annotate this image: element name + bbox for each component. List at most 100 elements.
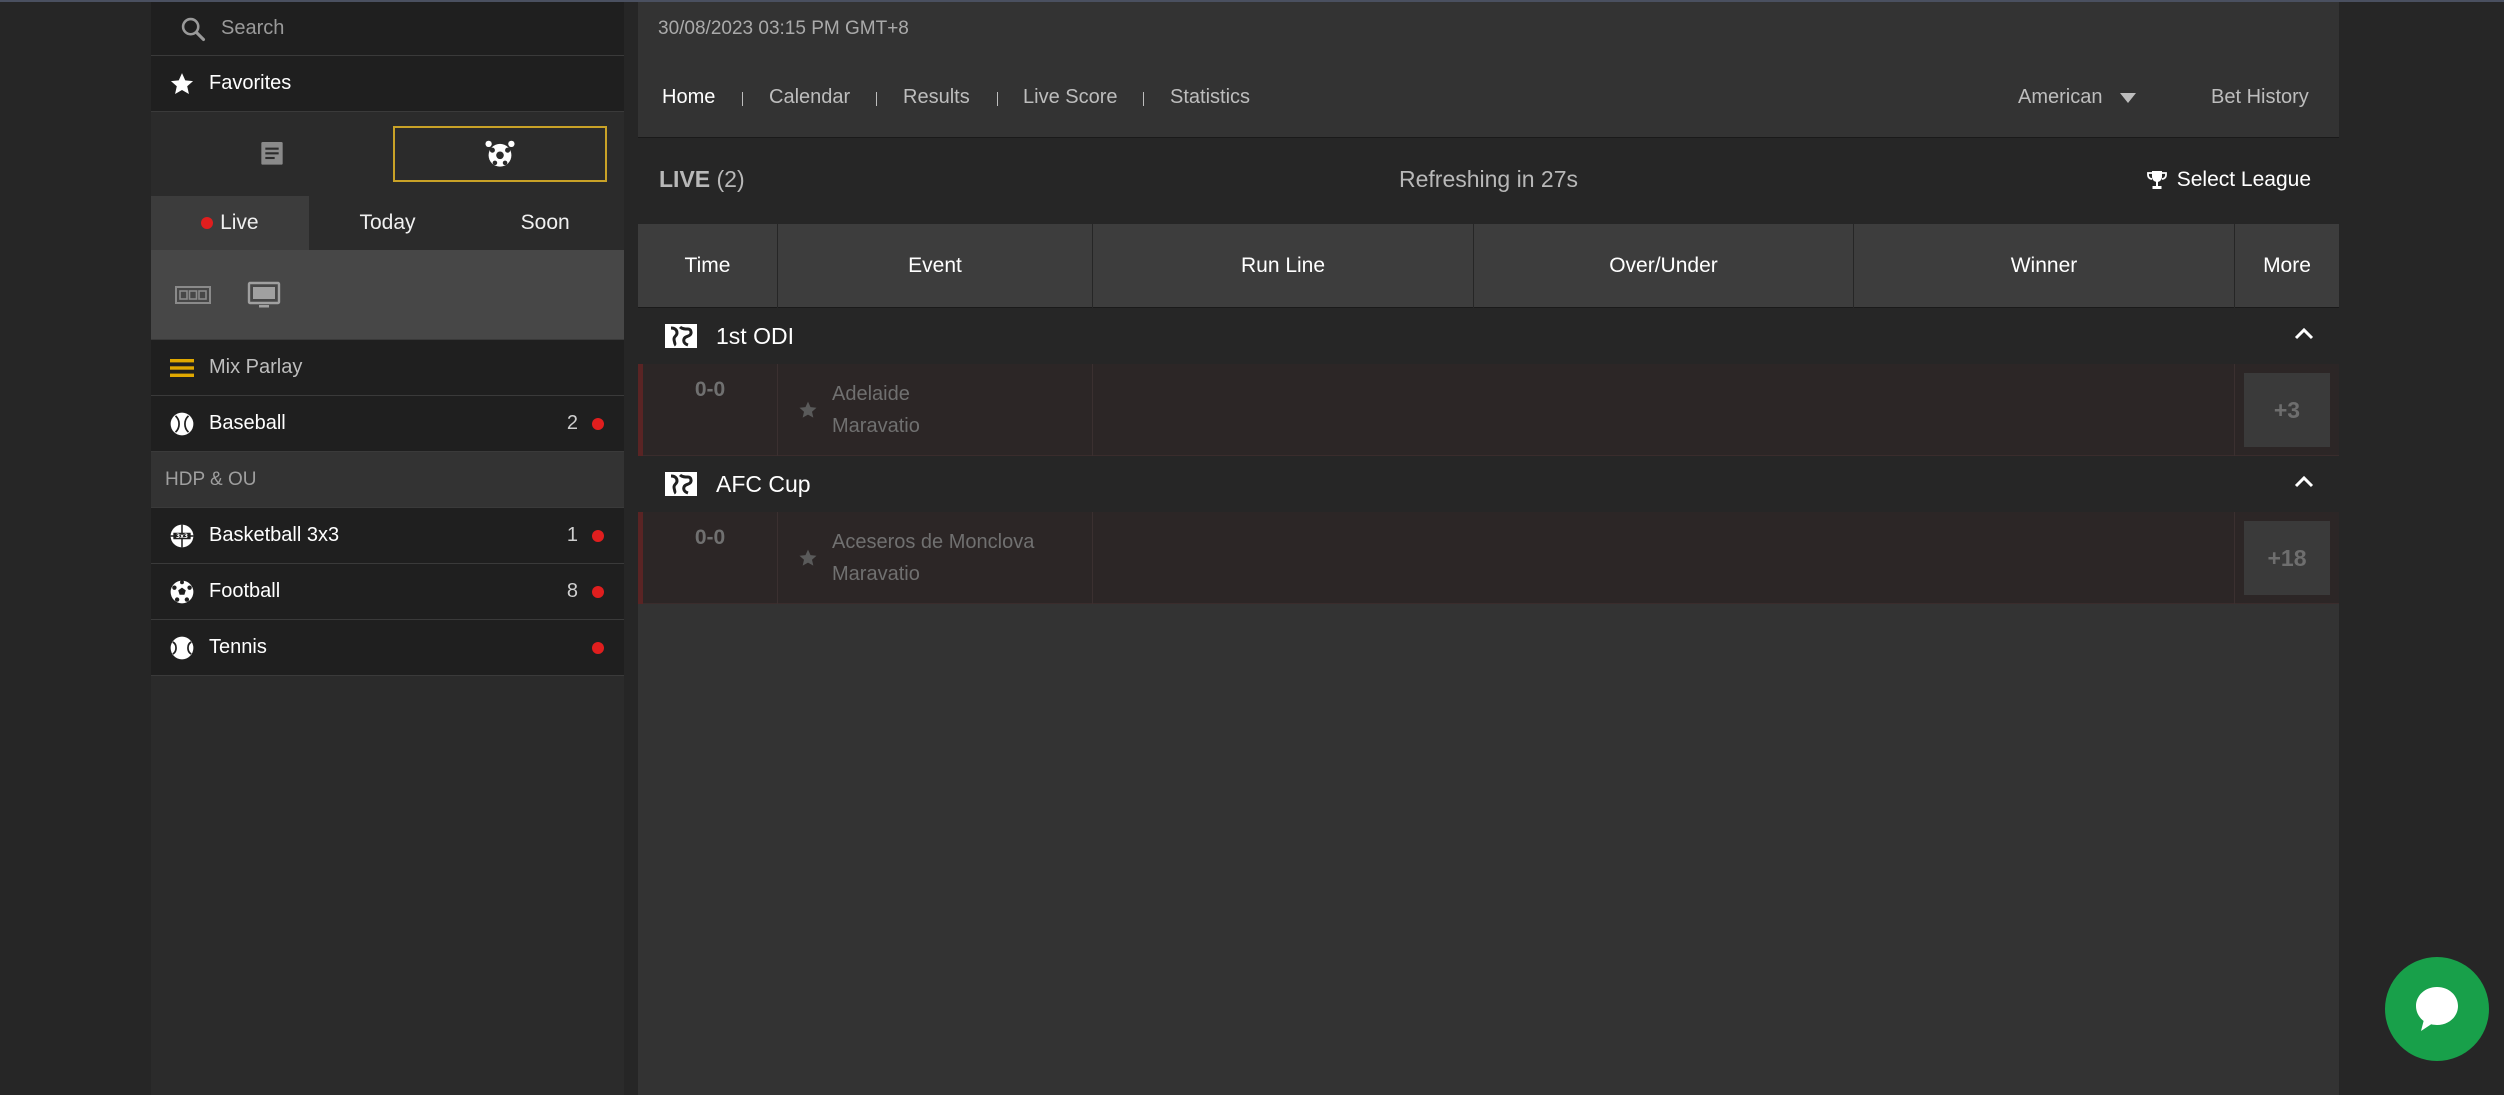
more-markets-button[interactable]: +18 — [2244, 521, 2330, 595]
select-league-button[interactable]: Select League — [2145, 168, 2311, 192]
live-dot-icon — [592, 641, 604, 654]
col-over-under: Over/Under — [1474, 224, 1854, 308]
nav-home[interactable]: Home — [662, 86, 715, 109]
odds-format-dropdown[interactable]: American — [2018, 86, 2137, 109]
table-header: Time Event Run Line Over/Under Winner Mo… — [638, 224, 2339, 308]
away-team: Maravatio — [832, 563, 920, 585]
nav-divider — [742, 92, 743, 106]
chevron-up-icon[interactable] — [2293, 474, 2315, 490]
match-row[interactable]: 0-0 Adelaide Maravatio +3 — [638, 364, 2339, 456]
search-input[interactable]: Search — [221, 17, 284, 40]
league-header[interactable]: 1st ODI — [638, 308, 2339, 364]
tennis-label: Tennis — [209, 636, 267, 658]
home-team: Aceseros de Monclova — [832, 531, 1035, 553]
view-options — [151, 250, 624, 340]
tab-live-label: Live — [220, 211, 259, 234]
col-time: Time — [638, 224, 778, 308]
sidebar-item-basketball-3x3[interactable]: 3x3 Basketball 3x3 1 — [151, 508, 624, 564]
nav-live-score[interactable]: Live Score — [1023, 86, 1118, 109]
sidebar-item-tennis[interactable]: Tennis — [151, 620, 624, 676]
list-icon — [169, 356, 195, 380]
tab-today-label: Today — [359, 211, 416, 234]
match-score: 0-0 — [643, 364, 778, 456]
tab-today[interactable]: Today — [308, 196, 467, 250]
favorite-star-icon[interactable] — [798, 400, 818, 420]
basketball-3x3-label: Basketball 3x3 — [209, 524, 340, 546]
world-flag-icon — [664, 323, 698, 349]
live-chat-button[interactable] — [2385, 957, 2489, 1061]
live-dot-icon — [592, 585, 604, 598]
sidebar-item-football[interactable]: Football 8 — [151, 564, 624, 620]
refresh-countdown: Refreshing in 27s — [1399, 166, 1578, 192]
receipt-icon — [256, 138, 288, 170]
select-league-label: Select League — [2176, 168, 2311, 191]
top-nav: Home Calendar Results Live Score Statist… — [638, 62, 2339, 138]
more-markets-button[interactable]: +3 — [2244, 373, 2330, 447]
match-row[interactable]: 0-0 Aceseros de Monclova Maravatio +18 — [638, 512, 2339, 604]
basketball-3x3-count: 1 — [566, 524, 578, 546]
football-count: 8 — [566, 580, 578, 602]
league-name: AFC Cup — [716, 470, 811, 497]
tab-soon-label: Soon — [520, 211, 570, 234]
tennis-icon — [169, 635, 195, 661]
search-icon — [179, 15, 207, 43]
baseball-label: Baseball — [209, 412, 286, 434]
away-team: Maravatio — [832, 415, 920, 437]
tab-live[interactable]: Live — [151, 196, 309, 250]
caret-down-icon — [2120, 92, 2137, 103]
world-flag-icon — [664, 471, 698, 497]
match-score: 0-0 — [643, 512, 778, 604]
favorite-star-icon[interactable] — [798, 548, 818, 568]
live-dot-icon — [592, 417, 604, 430]
match-event: Aceseros de Monclova Maravatio — [778, 512, 1093, 604]
sports-mode-button[interactable] — [393, 126, 607, 182]
live-dot-icon — [592, 529, 604, 542]
svg-text:3x3: 3x3 — [176, 533, 188, 540]
nav-statistics[interactable]: Statistics — [1170, 86, 1250, 109]
col-winner: Winner — [1854, 224, 2235, 308]
favorites-label: Favorites — [209, 72, 292, 94]
basketball-3x3-icon: 3x3 — [169, 523, 195, 549]
baseball-icon — [169, 411, 195, 437]
col-run-line: Run Line — [1093, 224, 1474, 308]
sidebar-item-baseball[interactable]: Baseball 2 — [151, 396, 624, 452]
chevron-up-icon[interactable] — [2293, 326, 2315, 342]
trophy-icon — [2145, 168, 2169, 192]
nav-results[interactable]: Results — [903, 86, 970, 109]
betslip-mode-button[interactable] — [165, 126, 379, 182]
mode-switch — [151, 112, 624, 196]
league-name: 1st ODI — [716, 322, 794, 349]
live-header-bar: LIVE (2) Refreshing in 27s Select League — [638, 138, 2339, 224]
more-markets-cell: +18 — [2235, 512, 2339, 604]
home-team: Adelaide — [832, 383, 910, 405]
football-icon — [169, 579, 195, 605]
nav-divider — [1143, 92, 1144, 106]
sidebar-item-mix-parlay[interactable]: Mix Parlay — [151, 340, 624, 396]
favorites-item[interactable]: Favorites — [151, 56, 624, 112]
time-tabs: Live Today Soon — [151, 196, 625, 250]
bet-history-link[interactable]: Bet History — [2211, 86, 2309, 109]
nav-divider — [876, 92, 877, 106]
search-box[interactable]: Search — [151, 2, 624, 56]
odds-format-value: American — [2018, 86, 2103, 108]
star-icon — [169, 71, 195, 97]
scoreboard-icon[interactable] — [175, 283, 211, 307]
mix-parlay-label: Mix Parlay — [209, 356, 303, 378]
col-more: More — [2263, 254, 2311, 277]
tv-icon[interactable] — [247, 280, 281, 310]
market-odds-area — [1093, 364, 2235, 456]
chat-bubble-icon — [2407, 979, 2467, 1039]
league-header[interactable]: AFC Cup — [638, 456, 2339, 512]
main-panel: 30/08/2023 03:15 PM GMT+8 Home Calendar … — [638, 2, 2339, 1095]
section-hdp-ou: HDP & OU — [151, 452, 624, 508]
teams: Adelaide Maravatio — [832, 378, 920, 442]
live-dot-icon — [201, 217, 214, 229]
nav-calendar[interactable]: Calendar — [769, 86, 850, 109]
teams: Aceseros de Monclova Maravatio — [832, 526, 1034, 590]
match-event: Adelaide Maravatio — [778, 364, 1093, 456]
sports-ball-icon — [481, 138, 519, 170]
tab-soon[interactable]: Soon — [466, 196, 625, 250]
sidebar: Search Favorites Live Today Soon Mix Par… — [151, 2, 625, 1095]
market-odds-area — [1093, 512, 2235, 604]
more-markets-cell: +3 — [2235, 364, 2339, 456]
